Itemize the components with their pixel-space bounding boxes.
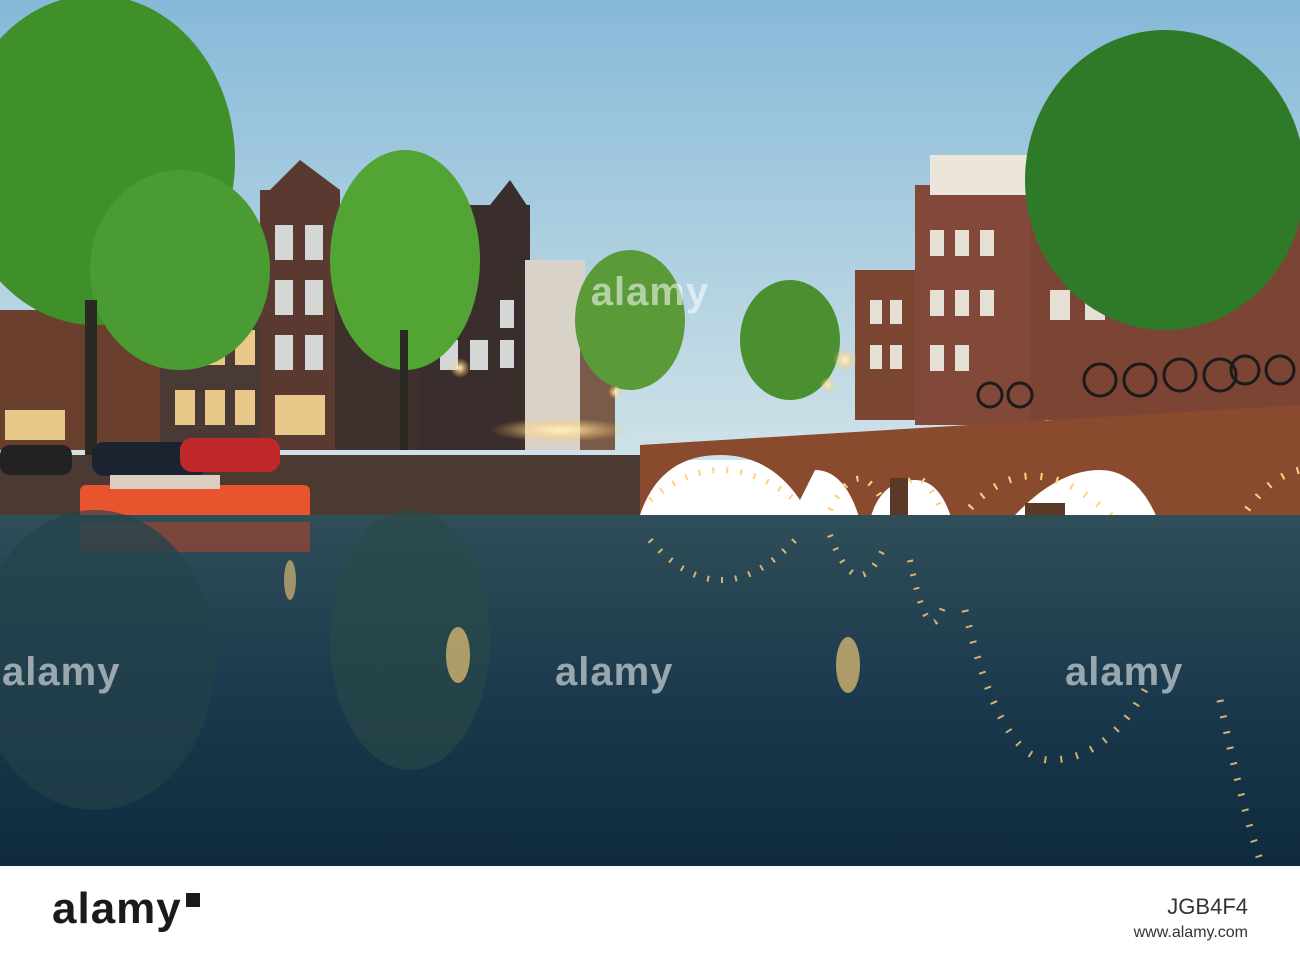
brand-text: alamy — [52, 884, 182, 933]
canal-photo — [0, 0, 1300, 866]
watermark-center: alamy — [590, 270, 710, 314]
watermark-row-mid: alamy — [555, 650, 674, 694]
watermark-row-left: alamy — [2, 650, 121, 694]
brand-square-icon — [185, 893, 200, 908]
watermark-row-right: alamy — [1065, 650, 1184, 694]
site-url[interactable]: www.alamy.com — [1134, 924, 1248, 942]
photo-frame: alamy alamy alamy alamy alamy JGB4F4 www… — [0, 0, 1300, 956]
image-id: JGB4F4 — [1167, 894, 1248, 919]
brand-logo: alamy — [52, 884, 200, 934]
